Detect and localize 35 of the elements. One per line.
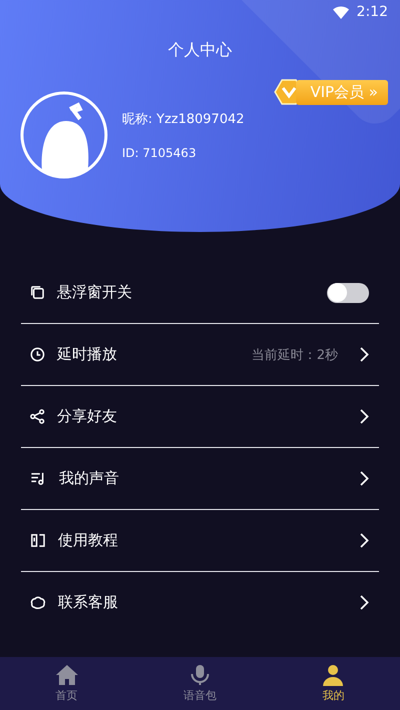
tab[interactable]: 首页	[0, 657, 134, 710]
chevron-right-icon	[360, 347, 369, 362]
row-label: 我的声音	[59, 469, 120, 488]
chevron-right-icon	[360, 471, 369, 486]
settings-row[interactable]: 分享好友	[21, 386, 379, 448]
copy-icon	[30, 285, 45, 300]
wifi-icon	[332, 6, 349, 18]
settings-row[interactable]: 使用教程	[21, 510, 379, 572]
settings-row[interactable]: 延时播放 当前延时：2秒	[21, 324, 379, 386]
tab[interactable]: 我的	[266, 657, 400, 710]
row-label: 分享好友	[57, 407, 118, 426]
chat-icon	[30, 595, 46, 610]
avatar[interactable]	[20, 91, 108, 179]
person-icon	[321, 664, 346, 686]
nickname: 昵称: Yzz18097042	[122, 111, 246, 128]
chevron-right-icon	[360, 595, 369, 610]
book-icon	[30, 533, 46, 548]
clock-icon	[30, 347, 45, 362]
row-label: 悬浮窗开关	[57, 283, 133, 302]
home-icon	[54, 664, 79, 686]
row-value: 当前延时：2秒	[252, 346, 338, 364]
row-label: 使用教程	[58, 531, 119, 550]
row-label: 联系客服	[58, 593, 119, 612]
row-label: 延时播放	[57, 345, 118, 364]
chevron-right-icon	[360, 533, 369, 548]
status-time: 2:12	[356, 4, 388, 20]
settings-row[interactable]: 悬浮窗开关	[21, 262, 379, 324]
tab[interactable]: 语音包	[133, 657, 267, 710]
page-title: 个人中心	[167, 40, 233, 61]
share-icon	[30, 409, 45, 424]
settings-row[interactable]: 联系客服	[21, 572, 379, 633]
chevron-right-icon	[360, 409, 369, 424]
user-id: ID: 7105463	[122, 146, 198, 160]
settings-row[interactable]: 我的声音	[21, 448, 379, 510]
toggle-switch[interactable]	[327, 282, 369, 302]
